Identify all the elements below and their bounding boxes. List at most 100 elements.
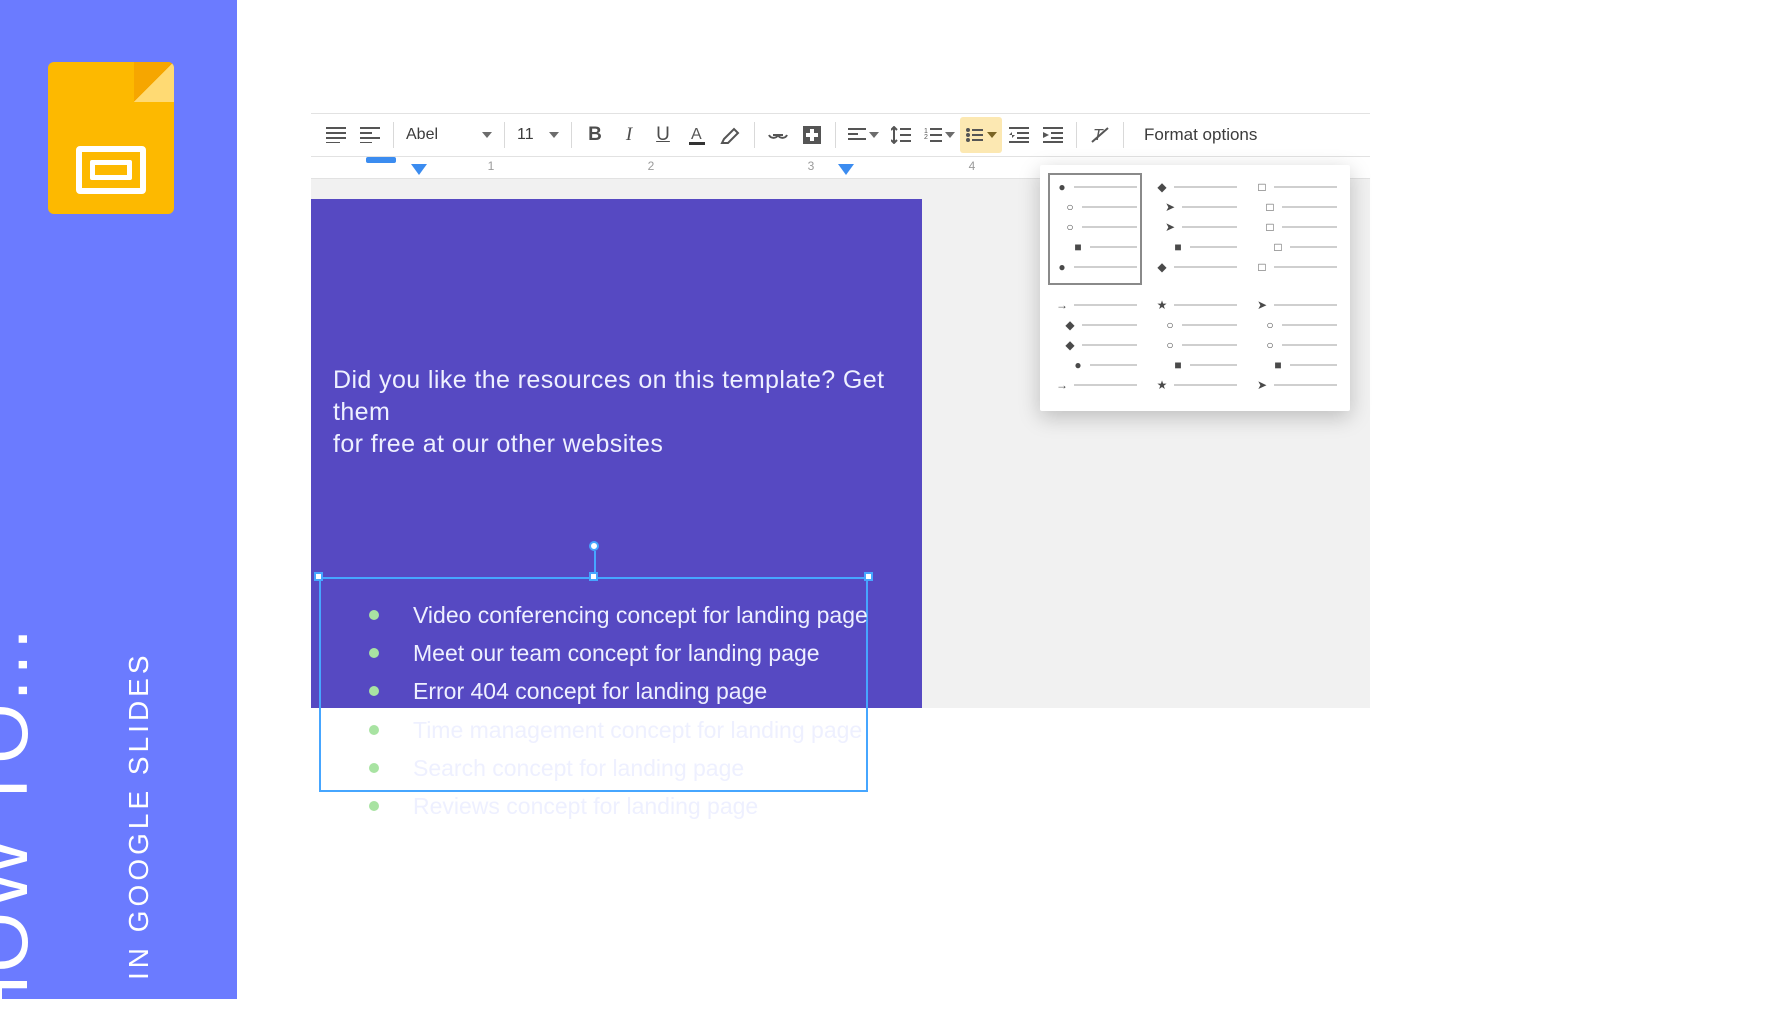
preset-glyph: ○ (1063, 220, 1077, 234)
slide-canvas[interactable]: Did you like the resources on this templ… (311, 199, 922, 708)
toolbar: Abel 11 B I U A 12 T Format options (311, 113, 1370, 157)
bold-button[interactable]: B (578, 117, 612, 153)
rotation-handle[interactable] (589, 541, 599, 551)
bullet-dot (369, 725, 379, 735)
list-item: Meet our team concept for landing page (369, 637, 868, 669)
underline-button[interactable]: U (646, 117, 680, 153)
preset-line (1074, 384, 1137, 386)
font-family-dropdown[interactable]: Abel (400, 120, 498, 150)
list-item: Search concept for landing page (369, 752, 868, 784)
preset-line (1082, 344, 1137, 346)
list-item: Time management concept for landing page (369, 714, 868, 746)
format-options-button[interactable]: Format options (1130, 117, 1271, 153)
resize-handle-n[interactable] (589, 572, 598, 581)
insert-link-button[interactable] (761, 117, 795, 153)
text-color-button[interactable]: A (680, 117, 714, 153)
chevron-down-icon (987, 132, 997, 138)
decrease-indent-button[interactable] (1002, 117, 1036, 153)
bullet-preset-option[interactable]: ★○○■★ (1148, 291, 1242, 403)
preset-glyph: ◆ (1155, 180, 1169, 194)
left-indent-marker[interactable] (411, 164, 427, 175)
preset-glyph: □ (1263, 200, 1277, 214)
paragraph-style-icon[interactable] (319, 117, 353, 153)
italic-button[interactable]: I (612, 117, 646, 153)
preset-line (1182, 206, 1237, 208)
preset-line (1174, 266, 1237, 268)
tutorial-sidebar: HOW TO... IN GOOGLE SLIDES (0, 0, 237, 999)
preset-glyph: ➤ (1163, 200, 1177, 214)
preset-line (1182, 344, 1237, 346)
logo-fold (134, 62, 174, 102)
bullet-preset-option[interactable]: □□□□□ (1248, 173, 1342, 285)
bullet-preset-option[interactable]: →◆◆●→ (1048, 291, 1142, 403)
bulleted-list[interactable]: Video conferencing concept for landing p… (369, 599, 868, 828)
howto-subtitle: IN GOOGLE SLIDES (123, 651, 155, 980)
preset-line (1282, 324, 1337, 326)
increase-indent-button[interactable] (1036, 117, 1070, 153)
bullet-preset-option[interactable]: ●○○■● (1048, 173, 1142, 285)
chevron-down-icon (482, 132, 492, 138)
preset-glyph: ➤ (1255, 298, 1269, 312)
right-indent-marker[interactable] (838, 164, 854, 175)
preset-glyph: ◆ (1063, 318, 1077, 332)
numbered-list-dropdown[interactable]: 12 (918, 117, 960, 153)
preset-line (1090, 364, 1137, 366)
svg-text:A: A (691, 126, 702, 143)
preset-line (1274, 266, 1337, 268)
highlight-button[interactable] (714, 117, 748, 153)
google-slides-logo (48, 62, 174, 214)
preset-line (1290, 246, 1337, 248)
resize-handle-ne[interactable] (864, 572, 873, 581)
resize-handle-nw[interactable] (314, 572, 323, 581)
preset-line (1082, 206, 1137, 208)
ruler-tick: 1 (488, 159, 495, 173)
font-family-label: Abel (406, 126, 438, 144)
bullet-preset-option[interactable]: ◆➤➤■◆ (1148, 173, 1242, 285)
list-item: Video conferencing concept for landing p… (369, 599, 868, 631)
line-spacing-button[interactable] (884, 117, 918, 153)
preset-line (1282, 206, 1337, 208)
app-window: Abel 11 B I U A 12 T Format options 1 2 … (311, 113, 1370, 708)
toolbar-divider (393, 122, 394, 148)
preset-line (1290, 364, 1337, 366)
chevron-down-icon (945, 132, 955, 138)
preset-glyph: ○ (1163, 338, 1177, 352)
preset-glyph: ○ (1263, 338, 1277, 352)
preset-glyph: → (1055, 298, 1069, 312)
ruler-tick: 2 (648, 159, 655, 173)
logo-inner-frame (76, 146, 146, 194)
preset-glyph: □ (1255, 180, 1269, 194)
toolbar-divider (1076, 122, 1077, 148)
insert-comment-button[interactable] (795, 117, 829, 153)
preset-glyph: ○ (1263, 318, 1277, 332)
slide-heading[interactable]: Did you like the resources on this templ… (333, 364, 922, 460)
preset-glyph: ■ (1171, 358, 1185, 372)
preset-glyph: ★ (1155, 378, 1169, 392)
preset-line (1190, 364, 1237, 366)
preset-glyph: ■ (1171, 240, 1185, 254)
preset-glyph: ● (1071, 358, 1085, 372)
preset-glyph: ○ (1063, 200, 1077, 214)
toolbar-divider (754, 122, 755, 148)
clear-formatting-button[interactable]: T (1083, 117, 1117, 153)
bullet-preset-option[interactable]: ➤○○■➤ (1248, 291, 1342, 403)
bullet-dot (369, 610, 379, 620)
selected-textbox[interactable]: Video conferencing concept for landing p… (319, 577, 868, 792)
first-line-indent-marker[interactable] (366, 157, 396, 163)
toolbar-divider (504, 122, 505, 148)
preset-glyph: ◆ (1155, 260, 1169, 274)
chevron-down-icon (549, 132, 559, 138)
preset-line (1174, 304, 1237, 306)
align-dropdown[interactable] (842, 117, 884, 153)
preset-line (1282, 226, 1337, 228)
preset-glyph: ■ (1071, 240, 1085, 254)
bulleted-list-dropdown[interactable] (960, 117, 1002, 153)
preset-line (1082, 226, 1137, 228)
howto-title: HOW TO... (0, 624, 46, 1031)
paragraph-style-alt-icon[interactable] (353, 117, 387, 153)
preset-line (1182, 324, 1237, 326)
toolbar-divider (1123, 122, 1124, 148)
font-size-dropdown[interactable]: 11 (511, 120, 565, 150)
preset-line (1082, 324, 1137, 326)
preset-glyph: → (1055, 378, 1069, 392)
